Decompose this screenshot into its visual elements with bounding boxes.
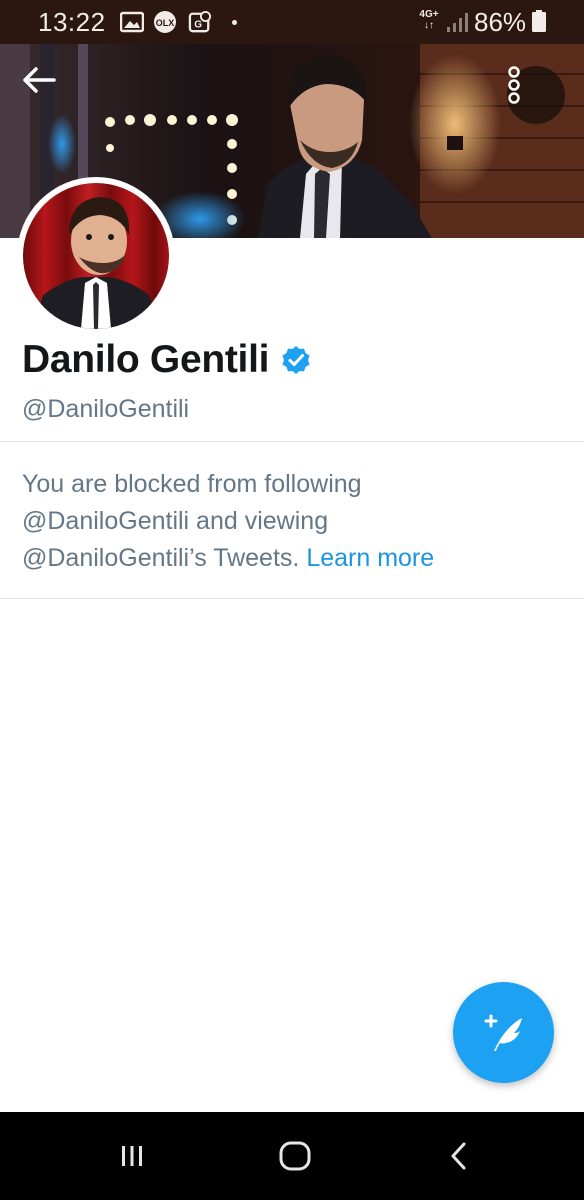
nav-back-button[interactable] [437,1134,481,1178]
back-icon [451,1142,466,1170]
svg-text:OLX: OLX [156,18,175,28]
compose-tweet-icon [484,1014,522,1051]
recent-apps-icon [122,1146,142,1166]
home-button[interactable] [273,1134,317,1178]
blocked-notice: You are blocked from following @DaniloGe… [22,466,562,577]
location-app-icon: G [188,11,211,33]
back-arrow-icon [23,67,56,93]
system-nav-bar [0,1112,584,1200]
blocked-notice-line: @DaniloGentili and viewing [22,507,329,535]
blocked-notice-line: You are blocked from following [22,470,362,498]
learn-more-link[interactable]: Learn more [306,544,434,572]
display-name: Danilo Gentili [22,338,270,381]
divider [0,598,584,599]
notification-dot-icon [232,20,237,25]
more-options-button[interactable] [507,66,565,124]
compose-tweet-button[interactable] [453,982,554,1083]
battery-icon [532,10,546,32]
network-type: 4G+ ↓↑ [419,9,439,31]
signal-icon [447,13,468,32]
back-button[interactable] [22,66,80,124]
olx-icon: OLX [154,11,176,33]
svg-text:G: G [194,20,202,31]
recent-apps-button[interactable] [110,1134,154,1178]
profile-avatar[interactable] [17,177,175,335]
verified-badge-icon [282,346,310,374]
status-time: 13:22 [38,7,106,37]
divider [0,441,584,442]
profile-handle: @DaniloGentili [22,395,190,423]
home-icon [279,1141,311,1171]
more-vertical-icon [508,66,520,104]
blocked-notice-line: @DaniloGentili’s Tweets. [22,544,300,572]
status-bar: 13:22 OLX G 4G+ ↓↑ 86% [0,0,584,44]
avatar-image [23,183,169,329]
gallery-icon [120,11,144,33]
display-name-row: Danilo Gentili [22,336,311,384]
battery-percent: 86% [474,7,527,37]
